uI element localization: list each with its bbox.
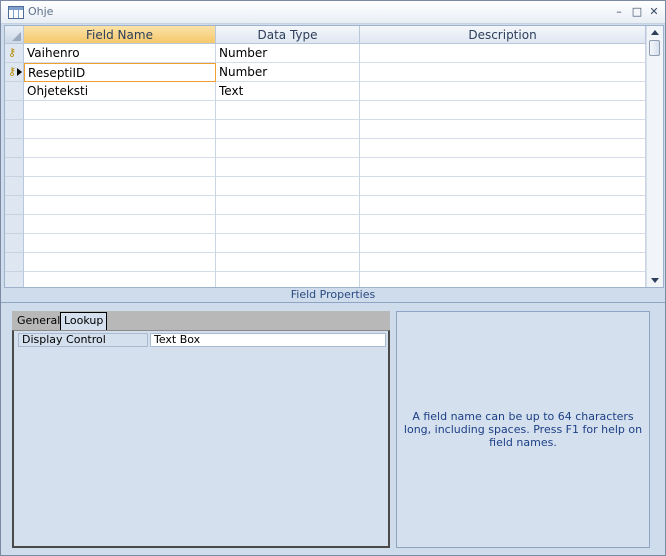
restore-icon[interactable]: □ bbox=[629, 4, 645, 20]
row-selector[interactable] bbox=[5, 82, 24, 101]
window-title: Ohje bbox=[28, 5, 54, 18]
property-row-display-control[interactable]: Display Control Text Box bbox=[18, 333, 386, 347]
field-name-cell[interactable] bbox=[24, 234, 216, 253]
description-cell[interactable] bbox=[360, 82, 646, 101]
data-type-cell[interactable] bbox=[216, 101, 360, 120]
description-cell[interactable] bbox=[360, 272, 646, 287]
description-cell[interactable] bbox=[360, 196, 646, 215]
scroll-thumb[interactable] bbox=[649, 40, 660, 56]
property-label: Display Control bbox=[18, 333, 148, 347]
table-row[interactable]: ⚷ Vaihenro Number bbox=[5, 44, 646, 63]
row-selector[interactable]: ⚷ bbox=[5, 44, 24, 63]
field-name-cell[interactable] bbox=[24, 158, 216, 177]
description-cell[interactable] bbox=[360, 44, 646, 63]
primary-key-icon: ⚷ bbox=[8, 46, 17, 59]
field-name-cell[interactable] bbox=[24, 272, 216, 287]
tab-lookup[interactable]: Lookup bbox=[60, 312, 107, 330]
property-tabstrip: General Lookup bbox=[12, 311, 390, 330]
column-header-field-name[interactable]: Field Name bbox=[24, 26, 216, 44]
description-cell[interactable] bbox=[360, 158, 646, 177]
description-cell[interactable] bbox=[360, 215, 646, 234]
help-panel: A field name can be up to 64 characters … bbox=[396, 311, 650, 548]
table-row[interactable] bbox=[5, 101, 646, 120]
row-selector[interactable] bbox=[5, 139, 24, 158]
description-cell[interactable] bbox=[360, 120, 646, 139]
row-selector[interactable]: ⚷ bbox=[5, 63, 24, 82]
table-row[interactable]: ⚷ ReseptiID Number bbox=[5, 63, 646, 82]
field-name-cell[interactable]: Vaihenro bbox=[24, 44, 216, 63]
scroll-up-icon[interactable] bbox=[651, 30, 659, 35]
row-selector[interactable] bbox=[5, 253, 24, 272]
data-type-cell[interactable] bbox=[216, 120, 360, 139]
description-cell[interactable] bbox=[360, 101, 646, 120]
table-row[interactable] bbox=[5, 177, 646, 196]
current-row-arrow-icon bbox=[17, 68, 22, 76]
data-type-cell[interactable] bbox=[216, 196, 360, 215]
table-icon bbox=[8, 6, 24, 19]
data-type-cell[interactable] bbox=[216, 253, 360, 272]
field-name-cell[interactable] bbox=[24, 196, 216, 215]
field-grid: Field Name Data Type Description ⚷ Vaihen… bbox=[4, 25, 664, 288]
table-row[interactable] bbox=[5, 234, 646, 253]
help-text: A field name can be up to 64 characters … bbox=[403, 410, 643, 449]
table-row[interactable] bbox=[5, 272, 646, 287]
primary-key-icon: ⚷ bbox=[8, 65, 17, 78]
row-selector[interactable] bbox=[5, 158, 24, 177]
row-selector[interactable] bbox=[5, 272, 24, 287]
table-row[interactable] bbox=[5, 215, 646, 234]
description-cell[interactable] bbox=[360, 139, 646, 158]
table-row[interactable] bbox=[5, 253, 646, 272]
description-cell[interactable] bbox=[360, 63, 646, 82]
column-header-data-type[interactable]: Data Type bbox=[216, 26, 360, 44]
tab-general[interactable]: General bbox=[14, 313, 60, 330]
data-type-cell[interactable] bbox=[216, 139, 360, 158]
field-properties-title: Field Properties bbox=[1, 288, 665, 303]
field-name-cell[interactable] bbox=[24, 120, 216, 139]
select-all-corner[interactable] bbox=[5, 26, 24, 44]
data-type-cell[interactable] bbox=[216, 234, 360, 253]
row-selector[interactable] bbox=[5, 215, 24, 234]
data-type-cell[interactable] bbox=[216, 272, 360, 287]
table-row[interactable] bbox=[5, 196, 646, 215]
row-selector[interactable] bbox=[5, 234, 24, 253]
data-type-cell[interactable]: Number bbox=[216, 44, 360, 63]
field-properties-pane: General Lookup Display Control Text Box bbox=[12, 311, 390, 548]
table-row[interactable] bbox=[5, 120, 646, 139]
property-value-display-control[interactable]: Text Box bbox=[150, 333, 386, 347]
table-design-window: Ohje – □ ✕ Field Name Data Type Descript… bbox=[0, 0, 666, 556]
description-cell[interactable] bbox=[360, 177, 646, 196]
property-sheet: Display Control Text Box bbox=[12, 330, 390, 548]
scroll-down-icon[interactable] bbox=[651, 278, 659, 283]
description-cell[interactable] bbox=[360, 234, 646, 253]
close-icon[interactable]: ✕ bbox=[646, 4, 662, 20]
field-name-cell[interactable] bbox=[24, 253, 216, 272]
data-type-cell[interactable]: Number bbox=[216, 63, 360, 82]
row-selector[interactable] bbox=[5, 177, 24, 196]
data-type-cell[interactable] bbox=[216, 158, 360, 177]
row-selector[interactable] bbox=[5, 120, 24, 139]
field-name-cell[interactable] bbox=[24, 215, 216, 234]
field-name-cell[interactable]: ReseptiID bbox=[24, 63, 216, 82]
data-type-cell[interactable]: Text bbox=[216, 82, 360, 101]
table-row[interactable]: Ohjeteksti Text bbox=[5, 82, 646, 101]
minimize-icon[interactable]: – bbox=[611, 4, 627, 20]
row-selector[interactable] bbox=[5, 196, 24, 215]
field-name-cell[interactable] bbox=[24, 139, 216, 158]
data-type-cell[interactable] bbox=[216, 215, 360, 234]
field-name-cell[interactable] bbox=[24, 101, 216, 120]
data-type-cell[interactable] bbox=[216, 177, 360, 196]
field-name-cell[interactable] bbox=[24, 177, 216, 196]
vertical-scrollbar[interactable] bbox=[646, 26, 663, 287]
column-header-description[interactable]: Description bbox=[360, 26, 646, 44]
table-row[interactable] bbox=[5, 139, 646, 158]
title-bar[interactable]: Ohje – □ ✕ bbox=[1, 1, 665, 24]
row-selector[interactable] bbox=[5, 101, 24, 120]
field-name-cell[interactable]: Ohjeteksti bbox=[24, 82, 216, 101]
table-row[interactable] bbox=[5, 158, 646, 177]
description-cell[interactable] bbox=[360, 253, 646, 272]
